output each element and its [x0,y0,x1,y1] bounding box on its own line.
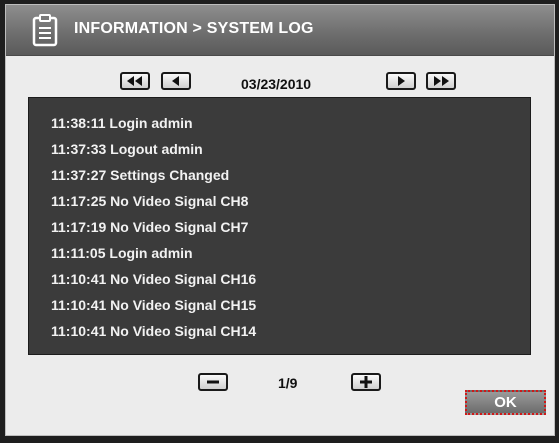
minus-icon [207,380,219,384]
log-entry: 11:17:25 No Video Signal CH8 [51,193,249,209]
next-date-button[interactable] [386,72,416,90]
system-log-dialog: INFORMATION > SYSTEM LOG 03/23/2010 11:3… [5,4,555,436]
title-bar: INFORMATION > SYSTEM LOG [6,5,554,56]
fast-forward-icon [434,76,449,86]
next-page-button[interactable] [351,373,381,391]
forward-icon [398,76,405,86]
log-list[interactable]: 11:38:11 Login admin 11:37:33 Logout adm… [28,97,531,355]
plus-icon [360,376,372,388]
prev-date-button[interactable] [161,72,191,90]
log-entry: 11:10:41 No Video Signal CH16 [51,271,257,287]
log-entry: 11:17:19 No Video Signal CH7 [51,219,249,235]
log-entry: 11:37:33 Logout admin [51,141,203,157]
last-date-button[interactable] [426,72,456,90]
page-title: INFORMATION > SYSTEM LOG [74,20,314,37]
log-entry: 11:11:05 Login admin [51,245,193,261]
log-entry: 11:10:41 No Video Signal CH15 [51,297,257,313]
log-date: 03/23/2010 [241,76,312,92]
rewind-icon [172,76,179,86]
prev-page-button[interactable] [198,373,228,391]
first-date-button[interactable] [120,72,150,90]
clipboard-icon [30,13,60,47]
log-entry: 11:37:27 Settings Changed [51,167,230,183]
log-entry: 11:10:41 No Video Signal CH14 [51,323,257,339]
page-indicator: 1/9 [278,375,298,391]
dvr-screen: INFORMATION > SYSTEM LOG 03/23/2010 11:3… [0,0,559,443]
fast-rewind-icon [127,76,142,86]
ok-button[interactable]: OK [465,390,546,415]
log-entry: 11:38:11 Login admin [51,115,193,131]
